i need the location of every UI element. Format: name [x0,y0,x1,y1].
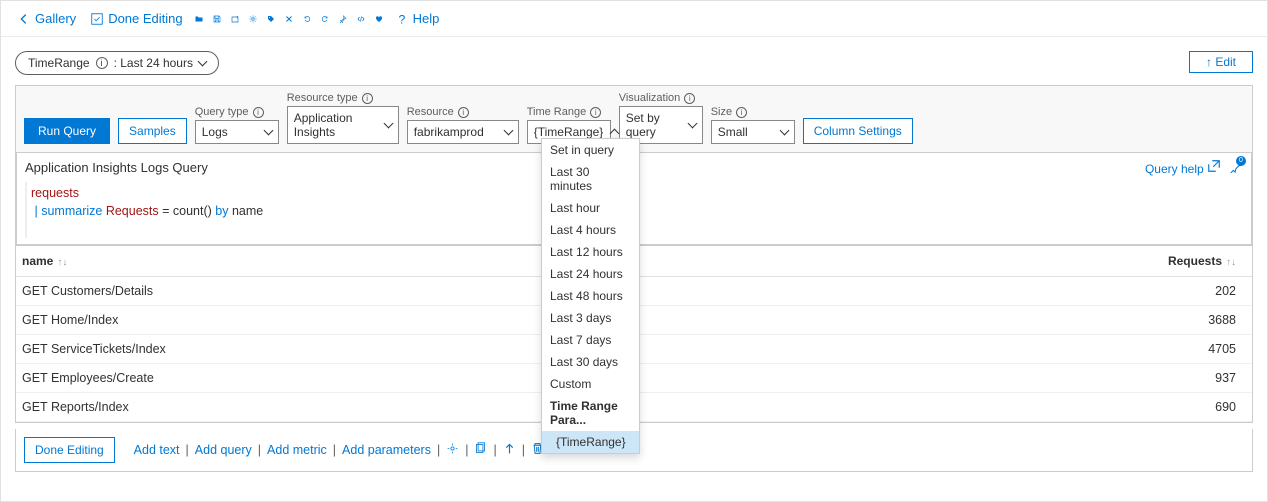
done-editing-link[interactable]: Done Editing [84,7,188,30]
resource-select[interactable]: fabrikamprod [407,120,519,144]
done-editing-footer-button[interactable]: Done Editing [24,437,115,463]
dropdown-option[interactable]: Last 3 days [542,307,639,329]
dropdown-option[interactable]: Custom [542,373,639,395]
redo-icon[interactable] [317,11,333,27]
query-title: Application Insights Logs Query [25,160,208,175]
add-metric-link[interactable]: Add metric [267,443,327,457]
add-query-link[interactable]: Add query [195,443,252,457]
sort-icon: ↑↓ [57,257,67,268]
help-link[interactable]: ? Help [389,7,446,30]
query-panel: Run Query Samples Query typei Logs Resou… [15,85,1253,246]
query-type-select[interactable]: Logs [195,120,279,144]
gallery-link[interactable]: Gallery [11,7,82,30]
timerange-pill[interactable]: TimeRange i : Last 24 hours [15,51,219,75]
resource-type-label: Resource typei [287,92,399,104]
query-pin-icon[interactable]: 0 [1229,159,1243,176]
add-text-link[interactable]: Add text [134,443,180,457]
dropdown-option[interactable]: Last 48 hours [542,285,639,307]
column-header-requests[interactable]: Requests↑↓ [992,246,1252,276]
gallery-label: Gallery [35,11,76,26]
edit-button[interactable]: ↑ Edit [1189,51,1253,73]
pill-label: TimeRange [28,56,90,70]
move-up-footer-icon[interactable] [503,442,516,458]
chevron-down-icon [198,57,208,67]
top-toolbar: Gallery Done Editing ? Help [1,1,1267,37]
dropdown-option[interactable]: Last 24 hours [542,263,639,285]
size-select[interactable]: Small [711,120,795,144]
pin-icon[interactable] [335,11,351,27]
heart-icon[interactable] [371,11,387,27]
resource-label: Resourcei [407,106,519,118]
time-range-dropdown: Set in query Last 30 minutes Last hour L… [541,138,640,454]
query-help-link[interactable]: Query help [1145,159,1221,176]
undo-icon[interactable] [299,11,315,27]
sort-icon: ↑↓ [1226,257,1236,268]
code-icon[interactable] [353,11,369,27]
info-icon: i [96,57,108,69]
samples-button[interactable]: Samples [118,118,187,144]
visualization-label: Visualizationi [619,92,703,104]
settings-gear-icon[interactable] [245,11,261,27]
done-editing-label: Done Editing [108,11,182,26]
resource-type-select[interactable]: Application Insights [287,106,399,144]
query-type-label: Query typei [195,106,279,118]
dropdown-option[interactable]: Last 7 days [542,329,639,351]
dropdown-option[interactable]: Last 12 hours [542,241,639,263]
dropdown-group-header: Time Range Para... [542,395,639,431]
dropdown-option[interactable]: Last hour [542,197,639,219]
save-as-icon[interactable] [227,11,243,27]
pill-value: : Last 24 hours [114,56,193,70]
dropdown-option[interactable]: Last 30 days [542,351,639,373]
copy-footer-icon[interactable] [474,442,487,458]
tag-icon[interactable] [263,11,279,27]
dropdown-option[interactable]: Last 4 hours [542,219,639,241]
close-x-icon[interactable] [281,11,297,27]
column-header-name[interactable]: name↑↓ [16,246,992,276]
size-label: Sizei [711,106,795,118]
column-settings-button[interactable]: Column Settings [803,118,913,144]
settings-footer-icon[interactable] [446,442,459,458]
dropdown-selected-option[interactable]: {TimeRange} [542,431,639,453]
dropdown-option[interactable]: Last 30 minutes [542,161,639,197]
add-parameters-link[interactable]: Add parameters [342,443,431,457]
dropdown-option[interactable]: Set in query [542,139,639,161]
svg-text:?: ? [398,12,405,26]
run-query-button[interactable]: Run Query [24,118,110,144]
help-label: Help [413,11,440,26]
time-range-label: Time Rangei [527,106,611,118]
open-folder-icon[interactable] [191,11,207,27]
save-icon[interactable] [209,11,225,27]
